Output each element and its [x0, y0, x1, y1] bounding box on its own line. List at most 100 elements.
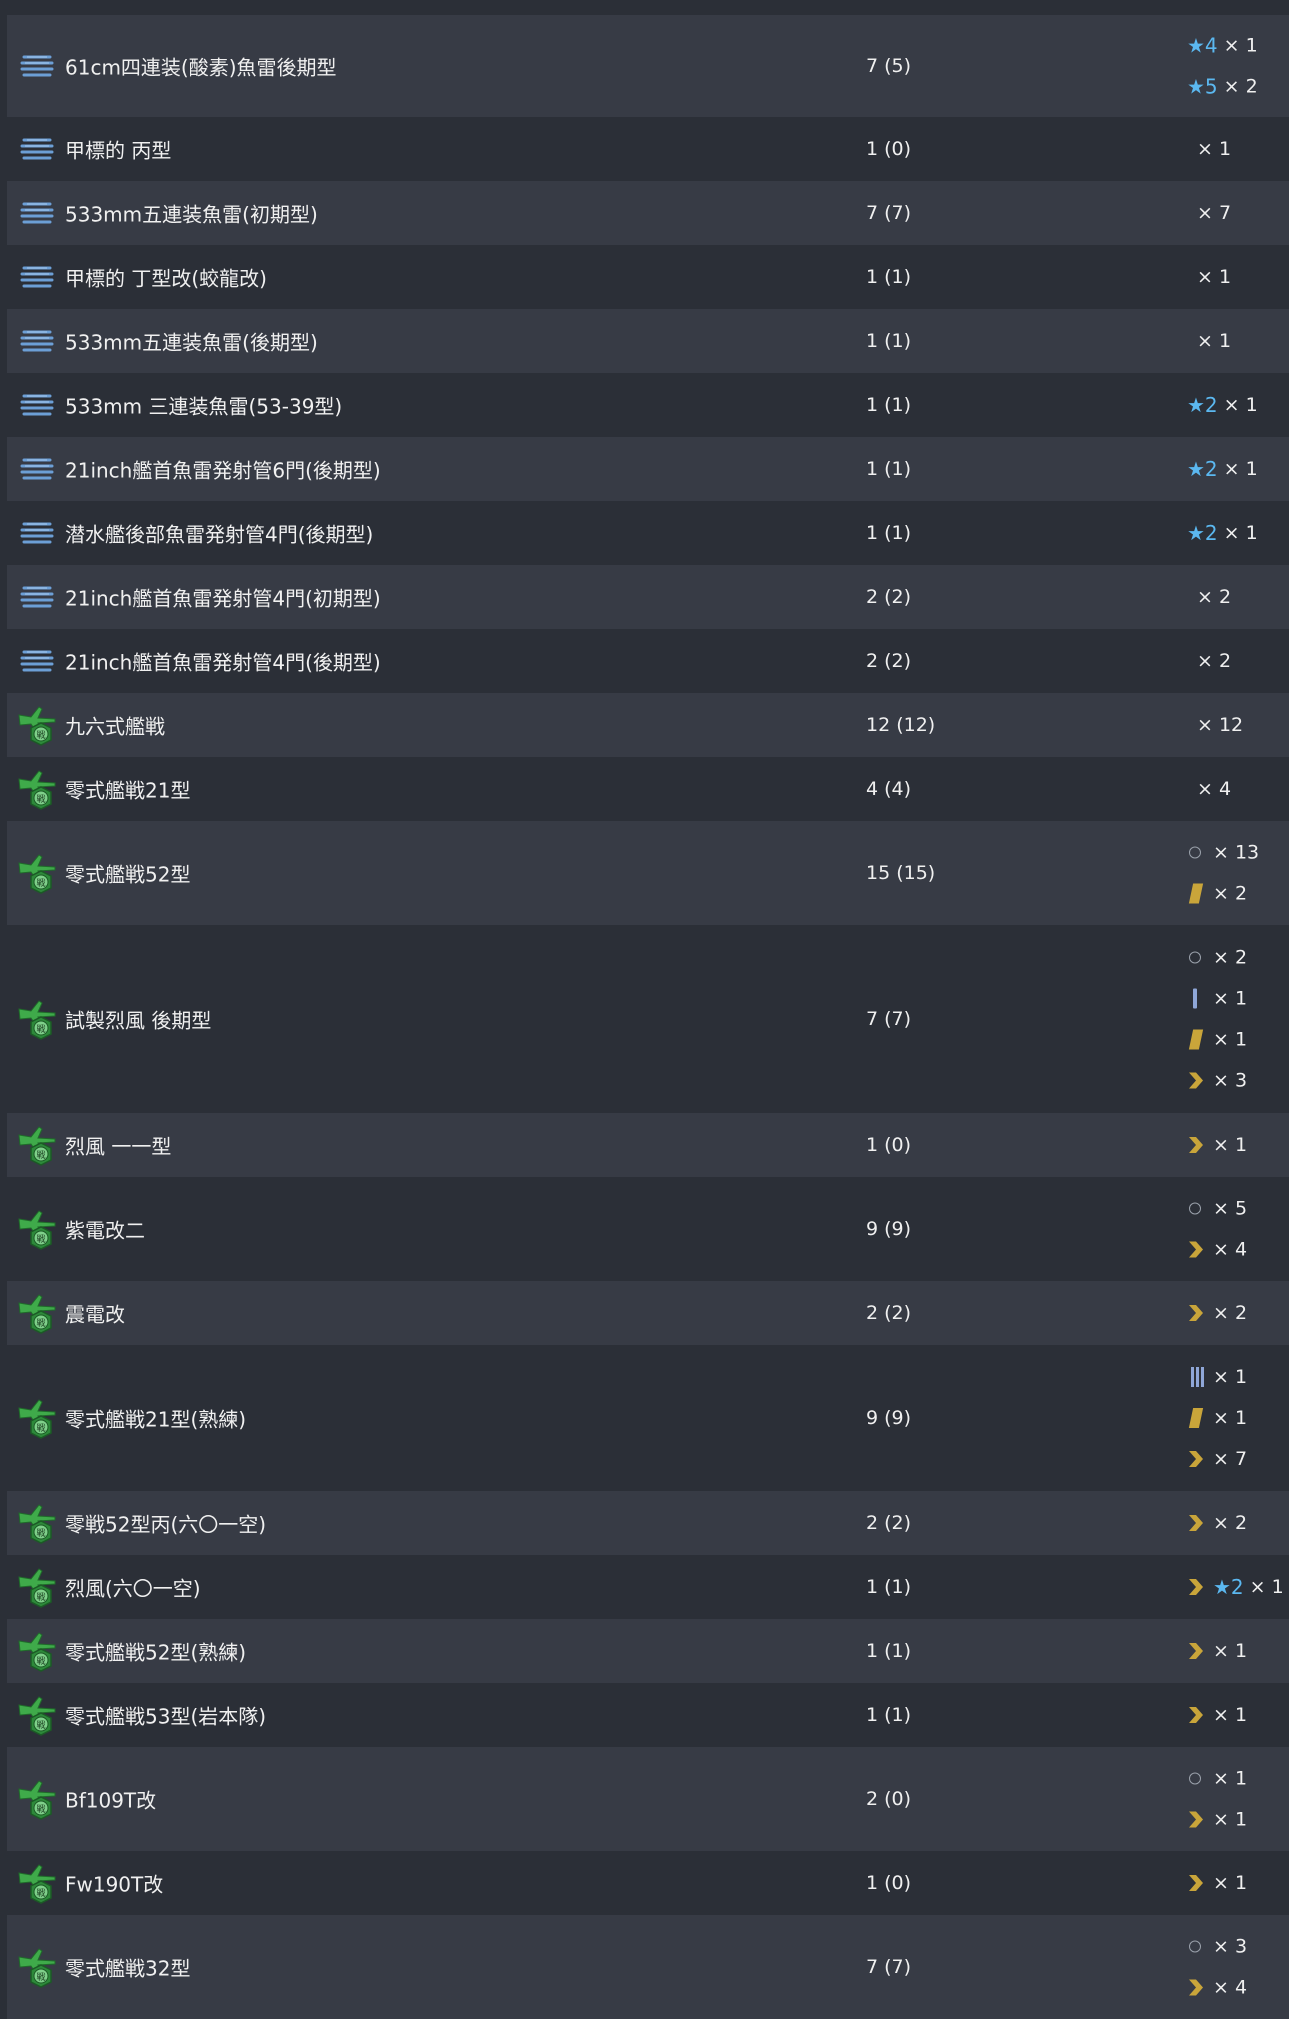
svg-text:戦: 戦	[36, 1887, 45, 1899]
proficiency-slash-icon	[1187, 1029, 1211, 1050]
equipment-name: 533mm 三連装魚雷(53-39型)	[65, 394, 343, 419]
equipment-count: 1 (1)	[866, 266, 912, 288]
equipment-row[interactable]: 533mm五連装魚雷(後期型) 1 (1) × 1	[7, 309, 1289, 373]
equipment-row[interactable]: 戦 零式艦戦21型 4 (4) × 4	[7, 757, 1289, 821]
equipment-name: 甲標的 丁型改(蛟龍改)	[65, 266, 267, 291]
improvement-entry: × 2	[1187, 1510, 1247, 1536]
equipment-count: 2 (2)	[866, 650, 912, 672]
star-level: ★2	[1187, 457, 1218, 481]
equipment-row[interactable]: 533mm五連装魚雷(初期型) 7 (7) × 7	[7, 181, 1289, 245]
fighter-icon: 戦	[17, 1693, 57, 1737]
equipment-name: 烈風 一一型	[65, 1134, 172, 1159]
equipment-name: 烈風(六〇一空)	[65, 1576, 201, 1601]
improvement-entry: × 1	[1187, 328, 1231, 354]
equipment-row[interactable]: 533mm 三連装魚雷(53-39型) 1 (1) ★2 × 1	[7, 373, 1289, 437]
equipment-name: 零式艦戦21型	[65, 778, 191, 803]
equipment-count: 7 (5)	[866, 55, 912, 77]
equipment-row[interactable]: 21inch艦首魚雷発射管4門(後期型) 2 (2) × 2	[7, 629, 1289, 693]
equipment-row[interactable]: 61cm四連装(酸素)魚雷後期型 7 (5) ★4 × 1 ★5 × 2	[7, 15, 1289, 117]
equipment-count: 7 (7)	[866, 1008, 912, 1030]
equipment-count: 1 (1)	[866, 1640, 912, 1662]
star-level: ★2	[1213, 1575, 1244, 1599]
improvement-count: × 2	[1197, 586, 1232, 608]
improvement-entry: × 1	[1187, 1405, 1247, 1431]
equipment-row[interactable]: 甲標的 丙型 1 (0) × 1	[7, 117, 1289, 181]
proficiency-slash-icon	[1187, 883, 1211, 904]
svg-text:戦: 戦	[36, 1317, 45, 1329]
improvement-count: × 1	[1213, 1366, 1248, 1388]
equipment-count: 1 (1)	[866, 522, 912, 544]
improvement-breakdown: × 7	[1187, 200, 1231, 226]
equipment-name: 零式艦戦52型	[65, 862, 191, 887]
equipment-row[interactable]: 戦 紫電改二 9 (9) × 5 × 4	[7, 1177, 1289, 1281]
equipment-row[interactable]: 戦 Fw190T改 1 (0) × 1	[7, 1851, 1289, 1915]
equipment-count: 2 (2)	[866, 1512, 912, 1534]
improvement-count: × 2	[1213, 882, 1248, 905]
equipment-row[interactable]: 21inch艦首魚雷発射管4門(初期型) 2 (2) × 2	[7, 565, 1289, 629]
improvement-breakdown: × 2	[1187, 584, 1231, 610]
fighter-icon: 戦	[17, 1629, 57, 1673]
equipment-row[interactable]: 戦 震電改 2 (2) × 2	[7, 1281, 1289, 1345]
improvement-entry: × 2	[1187, 945, 1247, 971]
improvement-count: × 1	[1223, 458, 1258, 480]
equipment-row[interactable]: 戦 試製烈風 後期型 7 (7) × 2 × 1 × 1 × 3	[7, 925, 1289, 1113]
equipment-row[interactable]: 戦 零式艦戦52型(熟練) 1 (1) × 1	[7, 1619, 1289, 1683]
fighter-icon: 戦	[17, 1396, 57, 1440]
equipment-row[interactable]: 甲標的 丁型改(蛟龍改) 1 (1) × 1	[7, 245, 1289, 309]
improvement-count: × 4	[1197, 778, 1232, 800]
improvement-entry: × 4	[1187, 1975, 1247, 2001]
improvement-entry: × 1	[1187, 986, 1247, 1012]
improvement-count: × 12	[1197, 714, 1244, 736]
improvement-count: × 1	[1197, 138, 1232, 160]
equipment-count: 1 (1)	[866, 1704, 912, 1726]
proficiency-chevron-icon	[1187, 1071, 1211, 1091]
proficiency-ring-icon	[1187, 846, 1211, 859]
torpedo-icon	[19, 259, 55, 295]
equipment-name: 零式艦戦21型(熟練)	[65, 1407, 247, 1432]
torpedo-icon	[19, 48, 55, 84]
equipment-row[interactable]: 戦 Bf109T改 2 (0) × 1 × 1	[7, 1747, 1289, 1851]
proficiency-chevron-icon	[1187, 1978, 1211, 1998]
equipment-name: 試製烈風 後期型	[65, 1008, 212, 1033]
improvement-entry: × 5	[1187, 1196, 1247, 1222]
svg-text:戦: 戦	[36, 877, 45, 889]
proficiency-ring-icon	[1187, 951, 1211, 964]
equipment-row[interactable]: 戦 零式艦戦53型(岩本隊) 1 (1) × 1	[7, 1683, 1289, 1747]
equipment-row[interactable]: 戦 九六式艦戦 12 (12) × 12	[7, 693, 1289, 757]
equipment-row[interactable]: 戦 烈風(六〇一空) 1 (1) ★2 × 1	[7, 1555, 1289, 1619]
equipment-row[interactable]: 潜水艦後部魚雷発射管4門(後期型) 1 (1) ★2 × 1	[7, 501, 1289, 565]
improvement-count: × 1	[1213, 1640, 1248, 1662]
equipment-row[interactable]: 戦 零式艦戦21型(熟練) 9 (9) × 1 × 1 × 7	[7, 1345, 1289, 1491]
svg-text:戦: 戦	[36, 1719, 45, 1731]
improvement-count: × 1	[1213, 1872, 1248, 1894]
torpedo-icon	[19, 323, 55, 359]
equipment-count: 1 (1)	[866, 394, 912, 416]
equipment-count: 12 (12)	[866, 714, 936, 736]
equipment-row[interactable]: 21inch艦首魚雷発射管6門(後期型) 1 (1) ★2 × 1	[7, 437, 1289, 501]
equipment-name: 21inch艦首魚雷発射管6門(後期型)	[65, 458, 381, 483]
equipment-count: 2 (2)	[866, 586, 912, 608]
equipment-name: 零式艦戦32型	[65, 1956, 191, 1981]
improvement-count: × 4	[1213, 1976, 1248, 1999]
svg-text:戦: 戦	[36, 1591, 45, 1603]
improvement-breakdown: × 1	[1187, 264, 1231, 290]
improvement-entry: × 3	[1187, 1068, 1247, 1094]
equipment-name: 21inch艦首魚雷発射管4門(初期型)	[65, 586, 381, 611]
improvement-entry: ★2 × 1	[1187, 520, 1258, 546]
equipment-row[interactable]: 戦 烈風 一一型 1 (0) × 1	[7, 1113, 1289, 1177]
equipment-name: 震電改	[65, 1302, 125, 1327]
improvement-count: × 2	[1197, 650, 1232, 672]
equipment-row[interactable]: 戦 零式艦戦52型 15 (15) × 13 × 2	[7, 821, 1289, 925]
equipment-name: Bf109T改	[65, 1788, 157, 1813]
improvement-breakdown: × 2	[1187, 648, 1231, 674]
equipment-row[interactable]: 戦 零戦52型丙(六〇一空) 2 (2) × 2	[7, 1491, 1289, 1555]
equipment-name: 零式艦戦53型(岩本隊)	[65, 1704, 267, 1729]
equipment-name: 533mm五連装魚雷(初期型)	[65, 202, 318, 227]
improvement-breakdown: × 1	[1187, 1132, 1247, 1158]
torpedo-icon	[19, 643, 55, 679]
equipment-count: 1 (1)	[866, 1576, 912, 1598]
improvement-count: × 1	[1197, 330, 1232, 352]
equipment-row[interactable]: 戦 零式艦戦32型 7 (7) × 3 × 4	[7, 1915, 1289, 2019]
improvement-breakdown: ★2 × 1	[1187, 520, 1258, 546]
star-level: ★2	[1187, 521, 1218, 545]
